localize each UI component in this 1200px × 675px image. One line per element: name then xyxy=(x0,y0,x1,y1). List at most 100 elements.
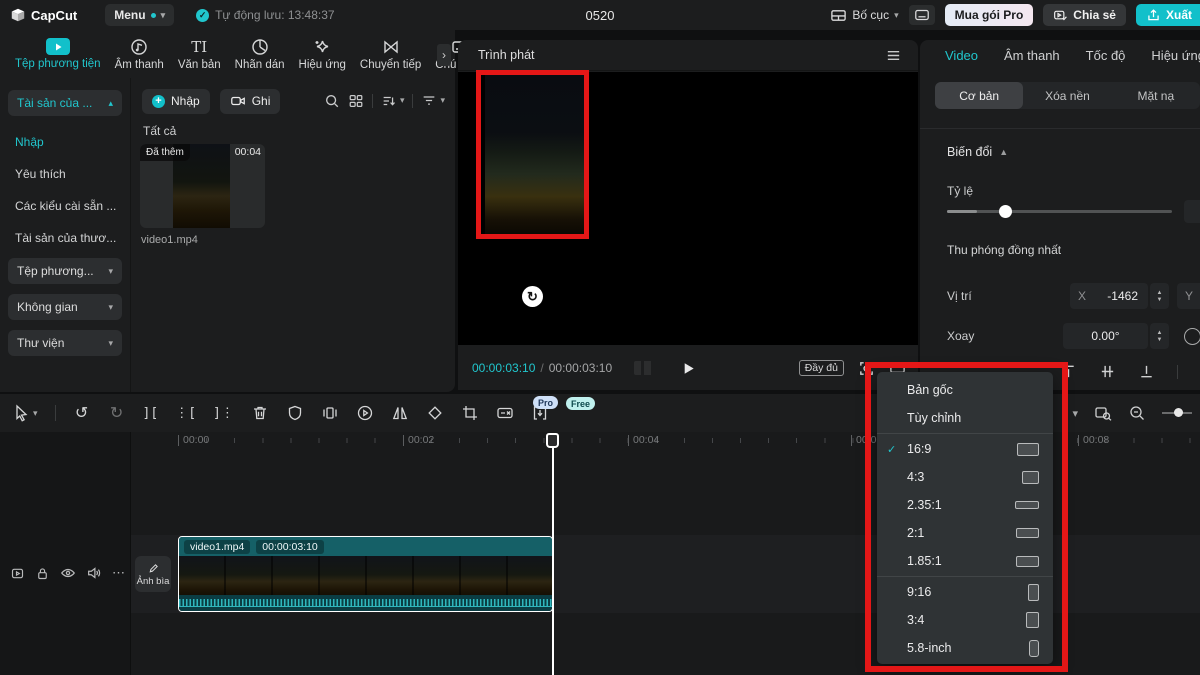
zoom-out-icon[interactable] xyxy=(1128,404,1146,422)
rotate-stepper[interactable]: ▲▼ xyxy=(1150,323,1169,349)
preview-video-frame[interactable] xyxy=(485,75,585,235)
menu-item-3-4[interactable]: 3:4 xyxy=(877,606,1053,634)
sidebar-item-favorites[interactable]: Yêu thích xyxy=(0,158,130,190)
tab-overflow-button[interactable]: › xyxy=(437,44,451,66)
inspector-tab-speed[interactable]: Tốc độ xyxy=(1086,48,1126,63)
rotate-reset-icon[interactable] xyxy=(1184,328,1200,345)
mirror-button[interactable] xyxy=(391,404,409,422)
menu-item-4-3[interactable]: 4:3 xyxy=(877,463,1053,491)
media-clip-card[interactable]: Đã thêm 00:04 xyxy=(140,144,265,228)
eye-icon[interactable] xyxy=(60,565,76,581)
grid-view-icon[interactable] xyxy=(348,93,364,109)
position-x-stepper[interactable]: ▲▼ xyxy=(1150,283,1169,309)
menu-item-16-9[interactable]: ✓ 16:9 xyxy=(877,435,1053,463)
capcut-logo-icon xyxy=(10,7,26,23)
scale-slider-handle[interactable] xyxy=(999,205,1012,218)
undo-button[interactable]: ↺ xyxy=(73,404,91,422)
sidebar-item-media-group[interactable]: Tệp phương... ▾ xyxy=(8,258,122,284)
import-button[interactable]: + Nhập xyxy=(142,89,210,114)
share-button[interactable]: Chia sẻ xyxy=(1043,4,1126,26)
project-title: 0520 xyxy=(586,0,615,30)
scale-value-box[interactable] xyxy=(1184,200,1200,223)
layout-button[interactable]: Bố cục ▾ xyxy=(830,7,898,24)
overlay-button[interactable] xyxy=(321,404,339,422)
menu-item-original[interactable]: Bản gốc xyxy=(877,376,1053,404)
rotate-input[interactable]: 0.00° xyxy=(1063,323,1148,349)
speed-button[interactable] xyxy=(356,404,374,422)
zoom-slider-handle[interactable] xyxy=(1174,408,1183,417)
captions-quick-button[interactable] xyxy=(909,5,935,25)
menu-item-2-1[interactable]: 2:1 xyxy=(877,519,1053,547)
speaker-icon[interactable] xyxy=(86,565,102,581)
timeline-clip[interactable]: video1.mp4 00:00:03:10 xyxy=(178,536,553,612)
buy-pro-button[interactable]: Mua gói Pro xyxy=(945,4,1034,26)
export-button[interactable]: Xuất xyxy=(1136,4,1200,26)
play-button[interactable] xyxy=(680,360,697,377)
player-menu-icon[interactable] xyxy=(885,47,902,64)
sidebar-item-my-assets[interactable]: Tài sản của ... ▴ xyxy=(8,90,122,116)
tab-audio[interactable]: Âm thanh xyxy=(108,38,171,71)
rotate-handle[interactable]: ↻ xyxy=(522,286,543,307)
subtab-basic[interactable]: Cơ bản xyxy=(935,82,1023,109)
filter-button[interactable]: ▾ xyxy=(421,93,445,109)
fit-button[interactable]: Đầy đủ xyxy=(799,360,844,376)
sidebar-item-library[interactable]: Thư viện ▾ xyxy=(8,330,122,356)
sort-button[interactable]: ▾ xyxy=(381,93,405,109)
menu-label: Menu xyxy=(114,8,145,22)
more-options-icon[interactable]: ⋯ xyxy=(112,565,126,581)
track-type-icon xyxy=(10,566,25,581)
crop-button[interactable] xyxy=(461,404,479,422)
split-keep-left-button[interactable]: ⋮[ xyxy=(175,406,196,421)
inspector-tab-audio[interactable]: Âm thanh xyxy=(1004,48,1060,63)
tab-effects[interactable]: Hiệu ứng xyxy=(292,38,353,71)
record-button[interactable]: Ghi xyxy=(220,89,281,114)
search-icon[interactable] xyxy=(324,93,340,109)
scale-slider[interactable] xyxy=(947,210,1172,213)
position-x-input[interactable]: X -1462 xyxy=(1070,283,1148,309)
split-button[interactable]: ][ xyxy=(143,406,159,421)
mask-button[interactable] xyxy=(286,404,304,422)
position-y-input[interactable]: Y xyxy=(1177,283,1200,309)
align-bottom-icon[interactable] xyxy=(1138,363,1155,380)
playhead-line[interactable] xyxy=(552,446,554,675)
subtab-remove-bg[interactable]: Xóa nền xyxy=(1023,82,1111,109)
rotate-button[interactable] xyxy=(426,404,444,422)
focus-zoom-icon[interactable] xyxy=(858,360,875,377)
menu-item-5-8-inch[interactable]: 5.8-inch xyxy=(877,634,1053,662)
menu-item-9-16[interactable]: 9:16 xyxy=(877,578,1053,606)
center-horizontal-icon[interactable] xyxy=(1099,363,1116,380)
preview-canvas[interactable]: ↻ xyxy=(458,72,918,345)
select-tool-button[interactable]: ▾ xyxy=(12,404,38,422)
sidebar-item-brand-assets[interactable]: Tài sản của thươ... xyxy=(0,222,130,254)
menu-item-custom[interactable]: Tùy chỉnh xyxy=(877,404,1053,432)
menu-button[interactable]: Menu ▾ xyxy=(105,4,174,26)
inspector-tab-effects[interactable]: Hiệu ứng xyxy=(1151,48,1200,63)
sidebar-item-import[interactable]: Nhập xyxy=(0,126,130,158)
tab-media[interactable]: Tệp phương tiện xyxy=(8,38,108,70)
tab-stickers[interactable]: Nhãn dán xyxy=(228,38,292,71)
split-keep-right-button[interactable]: ]⋮ xyxy=(213,406,234,421)
caption-remove-button[interactable] xyxy=(496,404,514,422)
menu-item-1-85-1[interactable]: 1.85:1 xyxy=(877,547,1053,575)
transform-section-header[interactable]: Biến đổi ▲ xyxy=(947,145,1008,159)
chevron-down-icon[interactable]: ▾ xyxy=(1072,407,1078,420)
preview-frames-icon[interactable] xyxy=(1094,404,1112,422)
sidebar-item-spaces[interactable]: Không gian ▾ xyxy=(8,294,122,320)
tab-transitions[interactable]: Chuyển tiếp xyxy=(353,38,428,71)
inspector-subtabs: Cơ bản Xóa nền Mặt nạ xyxy=(935,82,1200,109)
delete-button[interactable] xyxy=(251,404,269,422)
sidebar-item-presets[interactable]: Các kiểu cài sẵn ... xyxy=(0,190,130,222)
timeline-zoom-slider[interactable] xyxy=(1162,412,1192,414)
filter-all-label[interactable]: Tất cả xyxy=(143,124,176,138)
tab-text[interactable]: TI Văn bản xyxy=(171,38,228,71)
subtab-mask[interactable]: Mặt nạ xyxy=(1112,82,1200,109)
timecode-separator: / xyxy=(540,361,543,375)
lock-icon[interactable] xyxy=(35,566,50,581)
cover-button[interactable]: Ảnh bìa xyxy=(135,556,171,592)
redo-button[interactable]: ↻ xyxy=(108,404,126,422)
playhead-handle[interactable] xyxy=(546,433,559,448)
play-icon xyxy=(680,360,697,377)
menu-item-2-35-1[interactable]: 2.35:1 xyxy=(877,491,1053,519)
align-top-icon[interactable] xyxy=(1060,363,1077,380)
inspector-tab-video[interactable]: Video xyxy=(945,48,978,63)
